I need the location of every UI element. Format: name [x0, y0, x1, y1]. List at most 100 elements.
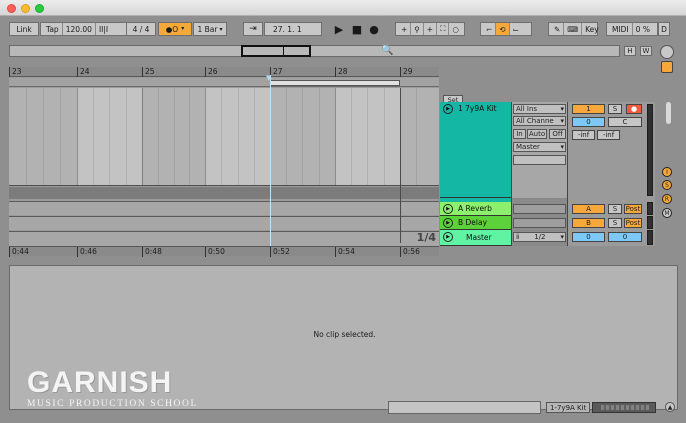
track-activator-icon[interactable]: ▶ [443, 104, 453, 114]
zoom-window-button[interactable] [35, 4, 44, 13]
tempo-field[interactable]: 120.00 [63, 23, 96, 35]
track-name: Master [466, 233, 492, 242]
input-channel-chooser[interactable]: All Channe ▾ [513, 116, 566, 126]
bar-marker: 26 [205, 67, 218, 77]
time-marker: 0:48 [142, 247, 162, 257]
return-b-activator[interactable]: B [572, 218, 605, 228]
track-activator-number[interactable]: 1 [572, 104, 605, 114]
computer-keyboard-icon[interactable]: ⌨ [564, 23, 583, 35]
chevron-down-icon: ▾ [181, 25, 185, 32]
play-button[interactable]: ▶ [333, 22, 345, 36]
master-cue-chooser[interactable]: ⅱ 1/2 ▾ [513, 232, 566, 242]
bar-marker: 29 [400, 67, 413, 77]
return-b-post[interactable]: Post [624, 218, 642, 228]
master-track-lane[interactable] [9, 231, 439, 246]
kit-track-lane[interactable] [9, 88, 439, 186]
detail-toggle-icon[interactable]: ▲ [665, 402, 675, 412]
arrangement-position-field[interactable]: 27. 1. 1 [264, 22, 322, 36]
record-button[interactable]: ● [368, 22, 380, 36]
track-header-delay[interactable]: ▶ B Delay [440, 216, 511, 230]
peak-left-display: -inf [572, 130, 595, 140]
punch-in-icon[interactable]: ⌐ [483, 23, 497, 35]
follow-icon[interactable]: ⇥ [243, 22, 263, 36]
return-a-meter [647, 202, 653, 215]
metronome-toggle[interactable]: ●O ▾ [158, 22, 192, 36]
reenable-automation-icon[interactable]: + [424, 23, 438, 35]
track-activator-icon[interactable]: ▶ [443, 232, 453, 242]
mixer-toggle-icon[interactable]: M [662, 208, 672, 218]
return-a-output-chooser[interactable] [513, 204, 566, 214]
monitor-off-button[interactable]: Off [549, 129, 566, 139]
master-pan-field[interactable]: 0 [608, 232, 642, 242]
time-ruler[interactable]: 0:44 0:46 0:48 0:50 0:52 0:54 0:56 [9, 246, 439, 257]
vertical-scrollbar[interactable] [666, 102, 671, 124]
key-map-button[interactable]: Key [582, 23, 602, 35]
quantize-chooser[interactable]: 1 Bar ▾ [193, 22, 227, 36]
output-type-chooser[interactable]: Master ▾ [513, 142, 566, 152]
h-view-button[interactable]: H [624, 46, 636, 56]
w-view-button[interactable]: W [640, 46, 652, 56]
arrangement-overview[interactable] [9, 45, 620, 57]
return-b-solo[interactable]: S [608, 218, 622, 228]
link-label: Link [16, 24, 32, 34]
track-pan-field[interactable]: C [608, 117, 642, 127]
automation-arm-icon[interactable]: ⚲ [411, 23, 424, 35]
solo-button[interactable]: S [608, 104, 622, 114]
output-channel-chooser[interactable] [513, 155, 566, 165]
arrangement-view[interactable]: 23 24 25 26 27 28 29 1/4 ▼ [9, 67, 439, 246]
stop-button[interactable]: ■ [351, 22, 363, 36]
midi-map-button[interactable]: MIDI [609, 23, 633, 35]
return-b-output-chooser[interactable] [513, 218, 566, 228]
close-window-button[interactable] [7, 4, 16, 13]
sends-toggle-icon[interactable]: S [662, 180, 672, 190]
return-a-solo[interactable]: S [608, 204, 622, 214]
return-a-activator[interactable]: A [572, 204, 605, 214]
d-label: D [661, 24, 667, 34]
minimize-window-button[interactable] [21, 4, 30, 13]
track-activator-icon[interactable]: ▶ [443, 218, 453, 228]
browser-toggle-icon[interactable] [660, 45, 674, 59]
stop-icon: ■ [351, 22, 363, 36]
metronome-nudge-icon[interactable]: II|I [96, 23, 111, 35]
track-header-kit[interactable]: ▶ 1 7y9A Kit [440, 102, 511, 198]
monitor-in-button[interactable]: In [513, 129, 526, 139]
session-record-icon[interactable]: ○ [449, 23, 462, 35]
garnish-logo: GARNISH MUSIC PRODUCTION SCHOOL [27, 368, 222, 410]
draw-mode-icon[interactable]: ✎ [551, 23, 565, 35]
io-toggle-icon[interactable]: I [662, 167, 672, 177]
beat-gridline [367, 88, 368, 185]
no-clip-message: No clip selected. [313, 330, 376, 339]
record-options-group: + ⚲ + ⛶ ○ [395, 22, 465, 36]
device-chain-overview[interactable] [592, 402, 656, 413]
track-volume-field[interactable]: 0 [572, 117, 605, 127]
returns-toggle-icon[interactable]: R [662, 194, 672, 204]
playhead-line [270, 75, 271, 246]
time-marker: 0:54 [335, 247, 355, 257]
loop-switch-icon[interactable]: ⟲ [496, 23, 510, 35]
arrangement-view-icon[interactable] [661, 61, 673, 73]
track-header-master[interactable]: ▶ Master [440, 230, 511, 246]
master-volume-field[interactable]: 0 [572, 232, 605, 242]
overview-view-box[interactable] [241, 45, 311, 57]
time-signature-field[interactable]: 4 / 4 [126, 22, 156, 36]
track-name: A Reverb [458, 204, 492, 213]
overdub-icon[interactable]: + [398, 23, 412, 35]
delay-return-lane[interactable] [9, 216, 439, 230]
selected-track-name[interactable]: 1-7y9A Kit [546, 402, 591, 413]
return-a-post[interactable]: Post [624, 204, 642, 214]
capture-icon[interactable]: ⛶ [437, 23, 450, 35]
punch-out-icon[interactable]: ⌙ [510, 23, 522, 35]
reverb-return-lane[interactable] [9, 201, 439, 215]
beat-time-ruler[interactable]: 23 24 25 26 27 28 29 [9, 67, 439, 77]
arm-record-icon[interactable]: ● [626, 104, 642, 114]
peak-right-display: -inf [597, 130, 620, 140]
track-activator-icon[interactable]: ▶ [443, 204, 453, 214]
link-button[interactable]: Link [9, 22, 39, 36]
loop-bar[interactable] [9, 78, 439, 87]
monitor-auto-button[interactable]: Auto [527, 129, 547, 139]
loop-brace[interactable] [270, 80, 400, 86]
input-type-chooser[interactable]: All Ins ▾ [513, 104, 566, 114]
track-header-reverb[interactable]: ▶ A Reverb [440, 202, 511, 216]
tap-button[interactable]: Tap [43, 23, 63, 35]
beat-gridline [60, 88, 61, 185]
